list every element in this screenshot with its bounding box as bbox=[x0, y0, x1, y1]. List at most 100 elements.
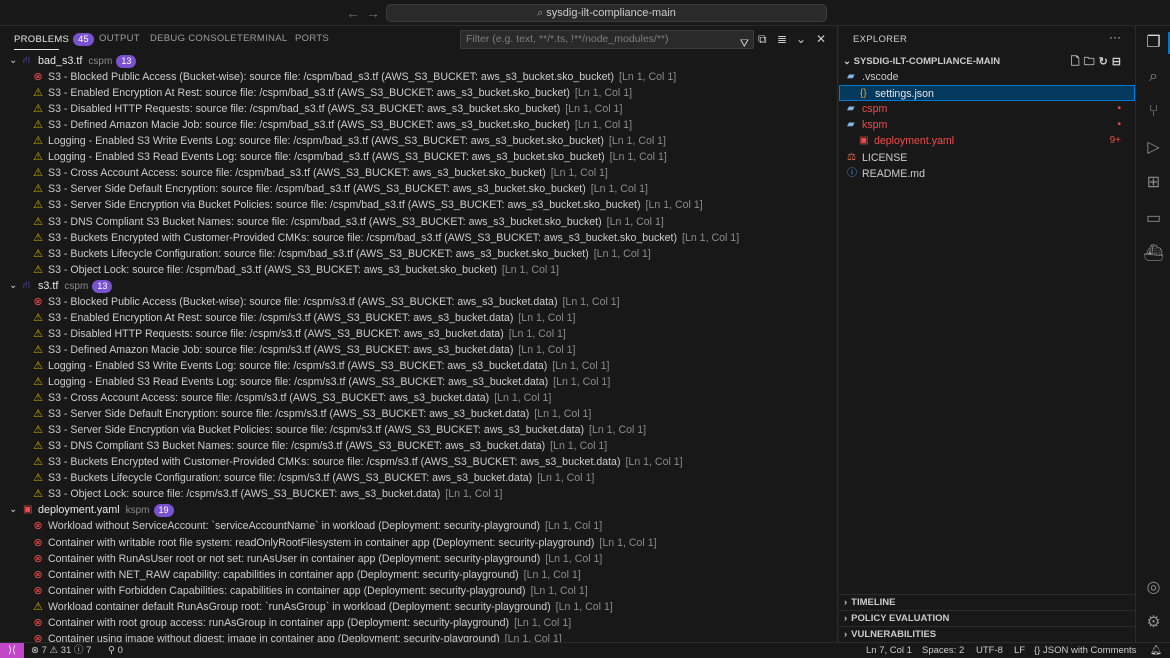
problems-status[interactable]: ⊗ 7 ⚠ 31 ⓘ 7 bbox=[31, 643, 91, 658]
notifications-bell-icon[interactable]: 🔔︎ bbox=[1150, 643, 1162, 658]
tree-item[interactable]: ⓘ README.md bbox=[839, 166, 1135, 182]
problem-row[interactable]: ⊗ Container with root group access: runAs… bbox=[0, 615, 838, 631]
problem-row[interactable]: ⚠ Logging - Enabled S3 Write Events Log: … bbox=[0, 133, 838, 149]
problem-row[interactable]: ⚠ S3 - Buckets Lifecycle Configuration: s… bbox=[0, 470, 838, 486]
problem-location: [Ln 1, Col 1] bbox=[545, 520, 603, 533]
new-file-icon[interactable]: 🗋 bbox=[1071, 56, 1084, 68]
account-icon[interactable]: ◎ bbox=[1136, 578, 1170, 598]
problem-row[interactable]: ⚠ S3 - Cross Account Access: source file:… bbox=[0, 390, 838, 406]
refresh-icon[interactable]: ↻ bbox=[1099, 56, 1112, 68]
tree-item[interactable]: {} settings.json bbox=[839, 85, 1135, 102]
warning-icon: ⚠ bbox=[33, 263, 43, 276]
panel-tab-bar: PROBLEMS 45 OUTPUT DEBUG CONSOLE TERMINAL… bbox=[0, 26, 838, 52]
run-debug-icon[interactable]: ▷ bbox=[1136, 138, 1170, 158]
forward-arrow-icon[interactable]: → bbox=[366, 4, 380, 22]
tree-item[interactable]: ▰ .vscode bbox=[839, 69, 1135, 85]
problem-row[interactable]: ⚠ S3 - Buckets Encrypted with Customer-Pr… bbox=[0, 454, 838, 470]
problem-location: [Ln 1, Col 1] bbox=[574, 87, 633, 100]
source-control-icon[interactable]: ⑂ bbox=[1136, 102, 1170, 122]
problem-message: S3 - Disabled HTTP Requests: source file… bbox=[48, 327, 504, 340]
problem-message: S3 - Enabled Encryption At Rest: source … bbox=[48, 87, 570, 100]
section-timeline[interactable]: › TIMELINE bbox=[839, 594, 1135, 610]
language-mode[interactable]: {} JSON with Comments bbox=[1034, 643, 1136, 658]
problem-row[interactable]: ⊗ Workload without ServiceAccount: `servi… bbox=[0, 518, 838, 534]
workspace-root-header[interactable]: ⌄ SYSDIG-ILT-COMPLIANCE-MAIN 🗋🗀↻⊟ bbox=[843, 54, 1131, 70]
problem-row[interactable]: ⚠ Logging - Enabled S3 Write Events Log: … bbox=[0, 358, 838, 374]
problem-row[interactable]: ⊗ Container using image without digest: i… bbox=[0, 631, 838, 642]
problem-row[interactable]: ⚠ S3 - Buckets Encrypted with Customer-Pr… bbox=[0, 230, 838, 246]
tab-output[interactable]: OUTPUT bbox=[99, 33, 140, 45]
search-icon[interactable]: ⌕ bbox=[1136, 67, 1170, 87]
encoding-status[interactable]: UTF-8 bbox=[976, 643, 1003, 658]
settings-gear-icon[interactable]: ⚙ bbox=[1136, 613, 1170, 633]
problem-row[interactable]: ⚠ Logging - Enabled S3 Read Events Log: s… bbox=[0, 374, 838, 390]
problem-row[interactable]: ⚠ S3 - Server Side Default Encryption: so… bbox=[0, 406, 838, 422]
problem-row[interactable]: ⚠ S3 - Object Lock: source file: /cspm/s3… bbox=[0, 486, 838, 502]
problem-row[interactable]: ⚠ S3 - Object Lock: source file: /cspm/ba… bbox=[0, 262, 838, 278]
copy-icon[interactable]: ⧉ bbox=[758, 31, 767, 47]
remote-indicator-icon[interactable]: ⟩⟨ bbox=[0, 643, 24, 658]
cursor-position[interactable]: Ln 7, Col 1 bbox=[866, 643, 912, 658]
extensions-icon[interactable]: ⊞ bbox=[1136, 173, 1170, 193]
problem-row[interactable]: ⊗ Container with Forbidden Capabilities: … bbox=[0, 583, 838, 599]
tab-debug-console[interactable]: DEBUG CONSOLE bbox=[150, 33, 237, 45]
problem-row[interactable]: ⚠ S3 - DNS Compliant S3 Bucket Names: sou… bbox=[0, 214, 838, 230]
new-folder-icon[interactable]: 🗀 bbox=[1084, 56, 1099, 68]
problem-row[interactable]: ⚠ S3 - Disabled HTTP Requests: source fil… bbox=[0, 101, 838, 117]
section-policy-evaluation[interactable]: › POLICY EVALUATION bbox=[839, 610, 1135, 626]
folder-open-icon: ▰ bbox=[847, 71, 855, 82]
problem-row[interactable]: ⚠ Logging - Enabled S3 Read Events Log: s… bbox=[0, 149, 838, 165]
yaml-file-icon: ▣ bbox=[23, 504, 33, 516]
tree-item[interactable]: ▣ deployment.yaml 9+ bbox=[839, 133, 1135, 149]
problem-decoration-badge: 9+ bbox=[1109, 135, 1121, 147]
tab-ports[interactable]: PORTS bbox=[295, 33, 329, 45]
problem-row[interactable]: ⚠ S3 - Defined Amazon Macie Job: source f… bbox=[0, 342, 838, 358]
problem-row[interactable]: ⚠ S3 - Disabled HTTP Requests: source fil… bbox=[0, 326, 838, 342]
collapse-all-icon[interactable]: ⊟ bbox=[1112, 56, 1125, 68]
more-actions-icon[interactable]: ··· bbox=[1109, 30, 1121, 44]
problem-row[interactable]: ⊗ Container with NET_RAW capability: capa… bbox=[0, 567, 838, 583]
close-panel-icon[interactable]: ✕ bbox=[816, 31, 826, 47]
problem-row[interactable]: ⚠ Workload container default RunAsGroup r… bbox=[0, 599, 838, 615]
collapse-panel-chevron-icon[interactable]: ⌄ bbox=[796, 31, 806, 47]
back-arrow-icon[interactable]: ← bbox=[346, 4, 360, 22]
problem-group-header[interactable]: ⌄ ⛙ s3.tf cspm 13 bbox=[0, 278, 838, 294]
tree-item[interactable]: ▰ cspm • bbox=[839, 101, 1135, 117]
problem-group-header[interactable]: ⌄ ⛙ bad_s3.tf cspm 13 bbox=[0, 53, 838, 69]
problem-row[interactable]: ⚠ S3 - Server Side Default Encryption: so… bbox=[0, 181, 838, 197]
tree-item[interactable]: ⚖ LICENSE bbox=[839, 150, 1135, 166]
problem-row[interactable]: ⚠ S3 - Server Side Encryption via Bucket … bbox=[0, 422, 838, 438]
problem-message: S3 - Server Side Default Encryption: sou… bbox=[48, 408, 530, 421]
filter-funnel-icon[interactable]: ⛛ bbox=[740, 36, 749, 53]
problem-group-header[interactable]: ⌄ ▣ deployment.yaml kspm 19 bbox=[0, 502, 838, 518]
problem-row[interactable]: ⊗ Container with RunAsUser root or not se… bbox=[0, 551, 838, 567]
problem-row[interactable]: ⚠ S3 - Enabled Encryption At Rest: source… bbox=[0, 310, 838, 326]
remote-explorer-icon[interactable]: ▭ bbox=[1136, 209, 1170, 229]
view-as-tree-icon[interactable]: ≣ bbox=[777, 31, 787, 47]
eol-status[interactable]: LF bbox=[1014, 643, 1025, 658]
problem-row[interactable]: ⚠ S3 - Buckets Lifecycle Configuration: s… bbox=[0, 246, 838, 262]
problem-row[interactable]: ⚠ S3 - Cross Account Access: source file:… bbox=[0, 165, 838, 181]
workspace-root-label: SYSDIG-ILT-COMPLIANCE-MAIN bbox=[853, 56, 1001, 67]
warning-icon: ⚠ bbox=[33, 151, 43, 164]
problem-row[interactable]: ⚠ S3 - Defined Amazon Macie Job: source f… bbox=[0, 117, 838, 133]
docker-icon[interactable]: ⛴ bbox=[1136, 244, 1170, 264]
problem-decoration-badge: • bbox=[1117, 103, 1121, 115]
problems-filter-input[interactable]: Filter (e.g. text, **/*.ts, !**/node_mod… bbox=[460, 30, 754, 50]
tab-problems[interactable]: PROBLEMS 45 bbox=[14, 33, 94, 46]
ports-status[interactable]: ⚲ 0 bbox=[108, 643, 123, 658]
problem-location: [Ln 1, Col 1] bbox=[606, 215, 664, 228]
language-mode-label: JSON with Comments bbox=[1043, 645, 1137, 656]
problem-row[interactable]: ⊗ S3 - Blocked Public Access (Bucket-wise… bbox=[0, 69, 838, 85]
problem-row[interactable]: ⚠ S3 - Server Side Encryption via Bucket … bbox=[0, 197, 838, 213]
section-vulnerabilities[interactable]: › VULNERABILITIES bbox=[839, 626, 1135, 642]
problem-row[interactable]: ⚠ S3 - DNS Compliant S3 Bucket Names: sou… bbox=[0, 438, 838, 454]
problem-row[interactable]: ⊗ S3 - Blocked Public Access (Bucket-wise… bbox=[0, 294, 838, 310]
tab-terminal[interactable]: TERMINAL bbox=[237, 33, 287, 45]
explorer-files-icon[interactable]: ❐ bbox=[1136, 33, 1170, 53]
indentation-status[interactable]: Spaces: 2 bbox=[922, 643, 964, 658]
problem-row[interactable]: ⚠ S3 - Enabled Encryption At Rest: source… bbox=[0, 85, 838, 101]
tree-item[interactable]: ▰ kspm • bbox=[839, 117, 1135, 133]
command-center-search[interactable]: ⌕ sysdig-ilt-compliance-main bbox=[386, 4, 827, 22]
problem-row[interactable]: ⊗ Container with writable root file syste… bbox=[0, 535, 838, 551]
